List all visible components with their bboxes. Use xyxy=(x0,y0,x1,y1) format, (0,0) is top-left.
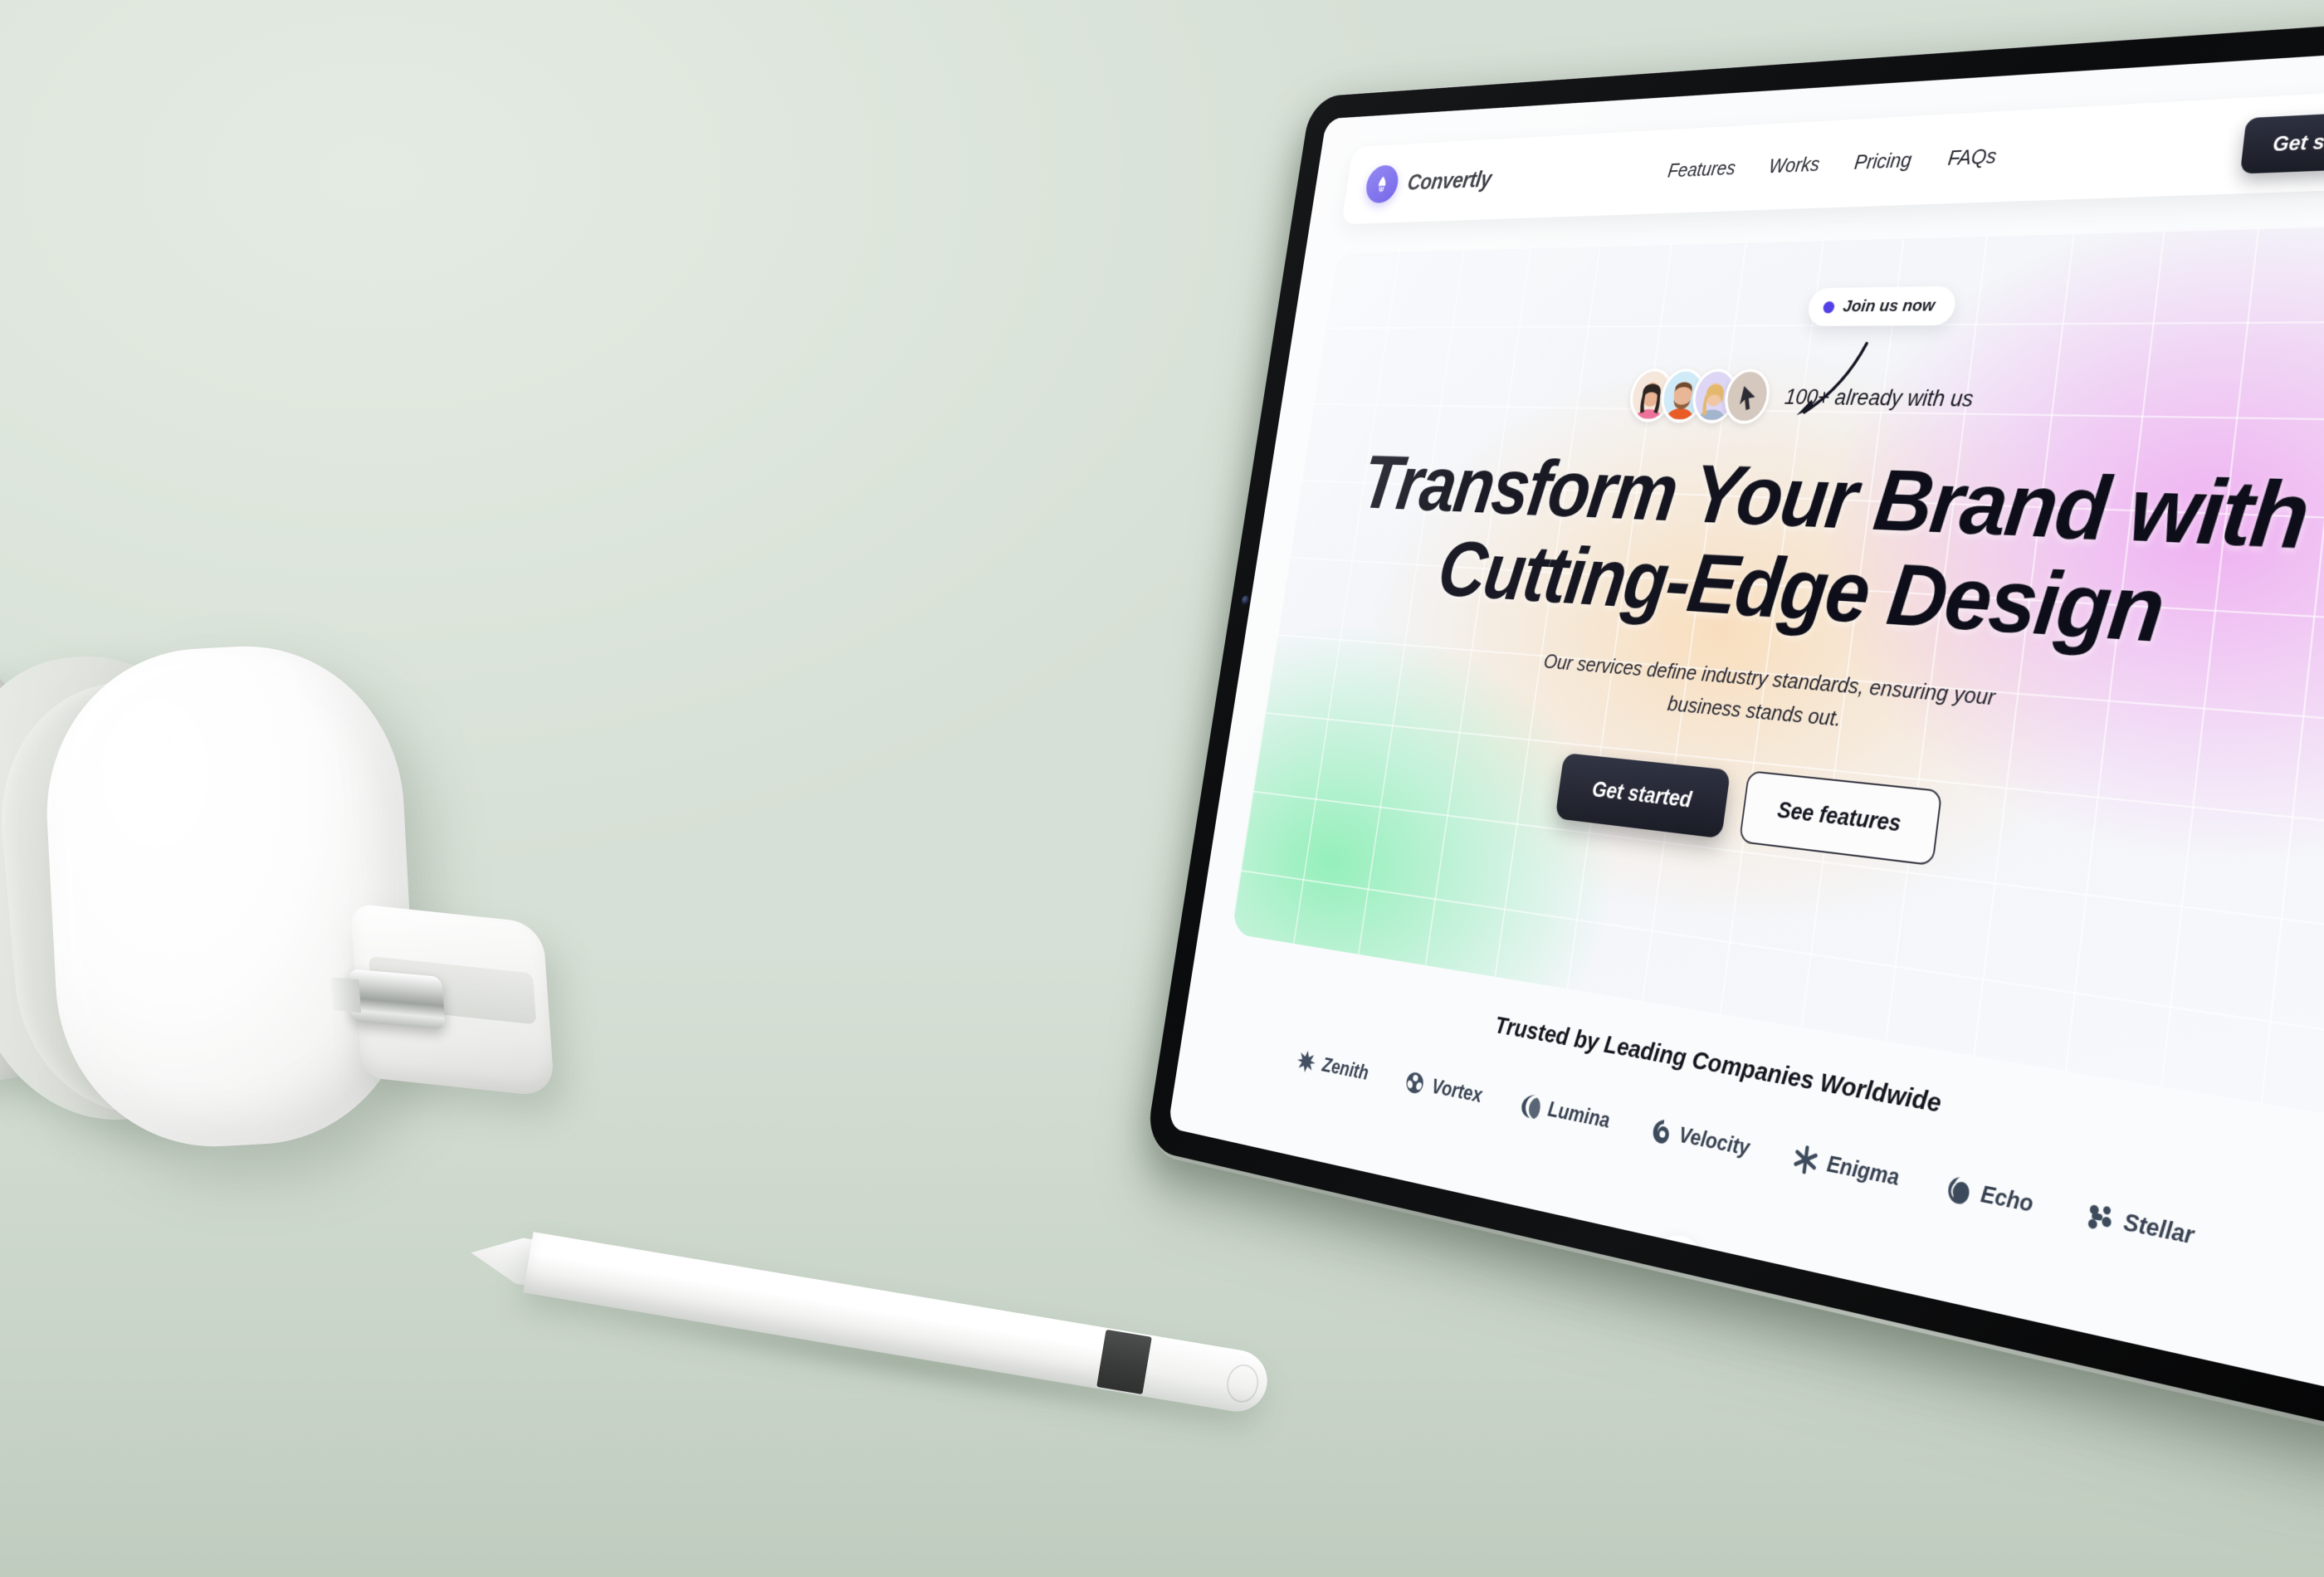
starburst-icon xyxy=(1295,1047,1318,1076)
landing-page: Convertly Features Works Pricing FAQs Ge… xyxy=(1168,44,2324,1398)
brand-logo[interactable]: Convertly xyxy=(1364,160,1494,204)
logo-item-enigma[interactable]: Enigma xyxy=(1792,1144,1901,1193)
scroll-dot-icon xyxy=(1664,1247,1693,1282)
logo-label: Enigma xyxy=(1825,1151,1901,1191)
join-status-dot xyxy=(1823,301,1835,314)
logo-item-zenith[interactable]: Zenith xyxy=(1295,1047,1370,1086)
tablet-device: Convertly Features Works Pricing FAQs Ge… xyxy=(1136,10,2324,1521)
join-badge-label: Join us now xyxy=(1842,296,1936,316)
logo-item-echo[interactable]: Echo xyxy=(1945,1173,2034,1219)
nav-link-features[interactable]: Features xyxy=(1667,157,1737,182)
headphone-earcup xyxy=(39,638,422,1155)
nav-link-faqs[interactable]: FAQs xyxy=(1946,144,1998,170)
brand-name: Convertly xyxy=(1406,166,1493,195)
trusted-by-section: Trusted by Leading Companies Worldwide Z… xyxy=(1180,959,2324,1290)
spiral-shell-icon xyxy=(1945,1173,1973,1207)
logo-label: Zenith xyxy=(1321,1053,1370,1085)
asterisk-icon xyxy=(1792,1144,1820,1177)
logo-item-velocity[interactable]: Velocity xyxy=(1649,1116,1751,1162)
flower-globe-icon xyxy=(1403,1068,1427,1097)
nav-link-pricing[interactable]: Pricing xyxy=(1853,149,1913,174)
tablet-stage: Convertly Features Works Pricing FAQs Ge… xyxy=(1062,33,2324,1328)
hero-see-features-button[interactable]: See features xyxy=(1739,770,1942,866)
nav-link-works[interactable]: Works xyxy=(1767,154,1821,178)
site-navbar: Convertly Features Works Pricing FAQs Ge… xyxy=(1341,86,2324,224)
front-camera-icon xyxy=(1241,595,1249,605)
logo-item-vortex[interactable]: Vortex xyxy=(1403,1068,1484,1109)
primary-nav: Features Works Pricing FAQs xyxy=(1667,144,1998,182)
headphones-prop xyxy=(0,664,523,1311)
avatar-group xyxy=(1627,369,1773,425)
rocket-icon xyxy=(1364,164,1401,203)
photo-scene: Convertly Features Works Pricing FAQs Ge… xyxy=(0,0,2324,1577)
hero-subheadline: Our services define industry standards, … xyxy=(1510,643,2032,753)
nav-get-started-button[interactable]: Get started xyxy=(2239,109,2324,173)
crescent-icon xyxy=(1519,1091,1543,1120)
curved-arrow-icon xyxy=(1768,339,1891,433)
tablet-bezel: Convertly Features Works Pricing FAQs Ge… xyxy=(1145,11,2324,1440)
logo-label: Vortex xyxy=(1430,1075,1483,1108)
headphone-hinge xyxy=(348,969,445,1030)
page-title: Transform Your Brand with Cutting-Edge D… xyxy=(1345,442,2313,671)
logo-item-stellar[interactable]: Stellar xyxy=(2082,1199,2195,1252)
logo-item-lumina[interactable]: Lumina xyxy=(1519,1091,1612,1135)
scroll-indicator[interactable] xyxy=(1651,1230,1707,1298)
molecule-icon xyxy=(2082,1199,2116,1235)
logo-label: Lumina xyxy=(1546,1097,1611,1133)
hero-cta-row: Get started See features xyxy=(1555,751,1942,866)
swirl-icon xyxy=(1649,1116,1673,1146)
logo-label: Velocity xyxy=(1677,1122,1751,1161)
hero-get-started-button[interactable]: Get started xyxy=(1555,753,1731,838)
hero-section: Join us now 100+ already with us Transfo… xyxy=(1231,222,2324,1116)
company-logo-row: Zenith Vortex Lumina Velocity Enigma Ech… xyxy=(1180,1025,2324,1290)
logo-label: Stellar xyxy=(2122,1208,2195,1250)
tablet-screen: Convertly Features Works Pricing FAQs Ge… xyxy=(1168,44,2324,1398)
join-us-badge[interactable]: Join us now xyxy=(1806,286,1957,326)
logo-label: Echo xyxy=(1980,1181,2035,1218)
headline-line-2: Cutting-Edge Design xyxy=(1433,525,2168,662)
hero-content: Join us now 100+ already with us Transfo… xyxy=(1231,222,2324,1116)
